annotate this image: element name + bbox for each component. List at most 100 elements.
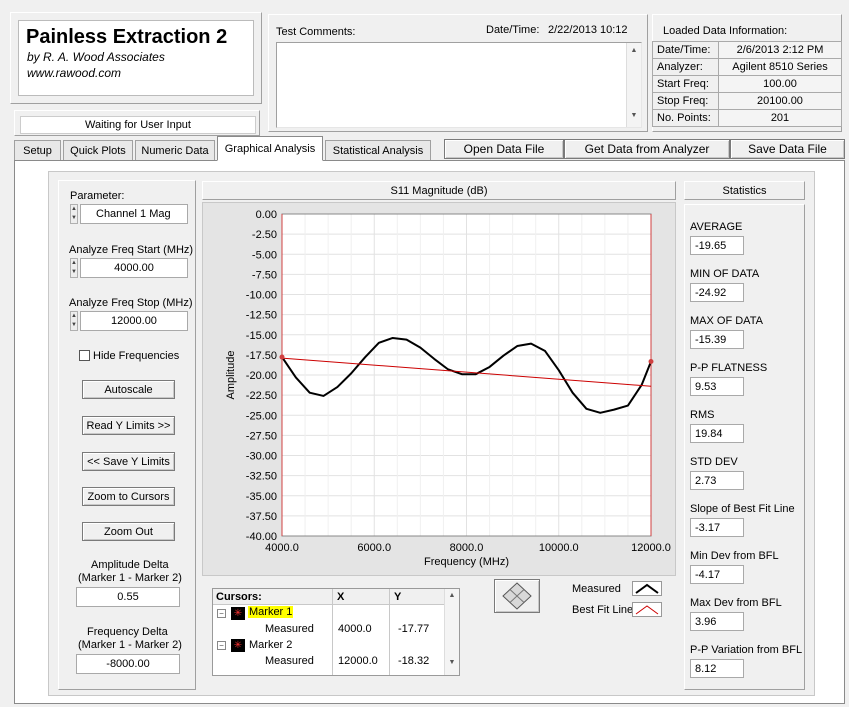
start-freq-input[interactable]: 4000.00	[80, 258, 188, 278]
zoom-out-button[interactable]: Zoom Out	[82, 522, 175, 541]
parameter-select[interactable]: Channel 1 Mag	[80, 204, 188, 224]
parameter-spinner[interactable]: ▲ ▼	[70, 204, 78, 224]
loaded-row: Analyzer: Agilent 8510 Series	[652, 58, 842, 76]
cursor-marker	[279, 354, 285, 360]
stat-value: 19.84	[690, 424, 744, 443]
stop-freq-spinner[interactable]: ▲ ▼	[70, 311, 78, 331]
y-tick-label: -2.50	[252, 229, 277, 241]
stat-label: AVERAGE	[690, 221, 743, 233]
stat-label: STD DEV	[690, 456, 738, 468]
read-y-limits-button[interactable]: Read Y Limits >>	[82, 416, 175, 435]
start-freq-spinner[interactable]: ▲ ▼	[70, 258, 78, 278]
save-y-limits-button[interactable]: << Save Y Limits	[82, 452, 175, 471]
parameter-label: Parameter:	[70, 190, 125, 202]
scroll-down-icon[interactable]: ▼	[627, 112, 641, 119]
marker-1-sub: Measured	[265, 623, 314, 635]
stat-value: -4.17	[690, 565, 744, 584]
loaded-label: Start Freq:	[652, 75, 719, 93]
datetime-label: Date/Time:	[486, 24, 540, 36]
hide-frequencies-checkbox[interactable]	[79, 350, 90, 361]
scroll-down-icon[interactable]: ▼	[445, 659, 459, 666]
y-tick-label: -5.00	[252, 249, 277, 261]
stop-freq-input[interactable]: 12000.00	[80, 311, 188, 331]
open-data-file-button[interactable]: Open Data File	[444, 139, 564, 159]
y-tick-label: -20.00	[246, 370, 277, 382]
marker-2-icon: ✳	[231, 639, 245, 652]
collapse-icon[interactable]: −	[217, 641, 226, 650]
loaded-info-table: Date/Time: 2/6/2013 2:12 PM Analyzer: Agil…	[652, 41, 842, 127]
graph-title: S11 Magnitude (dB)	[390, 185, 488, 197]
loaded-label: No. Points:	[652, 109, 719, 127]
scroll-up-icon[interactable]: ▲	[445, 592, 459, 599]
stat-label: Min Dev from BFL	[690, 550, 779, 562]
cursor-col-divider	[389, 589, 390, 675]
s11-chart[interactable]: 0.00 -2.50 -5.00 -7.50 -10.00 -12.50 -15.00 -17…	[202, 202, 676, 576]
scroll-up-icon[interactable]: ▲	[627, 47, 641, 54]
stat-value: 9.53	[690, 377, 744, 396]
app-author: by R. A. Wood Associates	[27, 50, 165, 64]
stat-label: Slope of Best Fit Line	[690, 503, 795, 515]
tab-quick-plots[interactable]: Quick Plots	[63, 140, 133, 160]
stat-label: P-P Variation from BFL	[690, 644, 803, 656]
x-tick-label: 10000.0	[539, 542, 579, 554]
y-tick-label: 0.00	[256, 209, 277, 221]
stats-title: Statistics	[722, 185, 767, 197]
freq-delta-value: -8000.00	[76, 654, 180, 674]
get-data-button[interactable]: Get Data from Analyzer	[564, 139, 730, 159]
marker-1-name[interactable]: Marker 1	[248, 606, 294, 618]
comments-textarea[interactable]	[276, 42, 642, 128]
y-tick-label: -27.50	[246, 430, 277, 442]
y-tick-label: -30.00	[246, 451, 277, 463]
stat-value: -19.65	[690, 236, 744, 255]
stat-value: -3.17	[690, 518, 744, 537]
loaded-row: No. Points: 201	[652, 109, 842, 127]
marker-2-x: 12000.0	[338, 655, 378, 667]
y-tick-label: -25.00	[246, 410, 277, 422]
hide-frequencies-label: Hide Frequencies	[93, 350, 180, 362]
y-tick-label: -15.00	[246, 330, 277, 342]
y-tick-label: -12.50	[246, 310, 277, 322]
app-title: Painless Extraction 2	[26, 26, 228, 48]
cursor-scrollbar[interactable]: ▲ ▼	[444, 589, 459, 675]
x-tick-label: 8000.0	[450, 542, 484, 554]
save-data-file-button[interactable]: Save Data File	[730, 139, 845, 159]
stat-label: MAX OF DATA	[690, 315, 763, 327]
y-tick-label: -10.00	[246, 290, 277, 302]
y-tick-label: -35.00	[246, 491, 277, 503]
amp-delta-label: Amplitude Delta	[91, 559, 169, 571]
cursor-header-y: Y	[394, 591, 402, 603]
cursor-move-button[interactable]	[494, 579, 540, 613]
stat-value: -15.39	[690, 330, 744, 349]
marker-2-y: -18.32	[398, 655, 430, 667]
stat-label: Max Dev from BFL	[690, 597, 782, 609]
loaded-value: Agilent 8510 Series	[718, 58, 842, 76]
stat-label: P-P FLATNESS	[690, 362, 768, 374]
cursor-marker	[648, 358, 654, 364]
amp-delta-value: 0.55	[76, 587, 180, 607]
y-tick-label: -22.50	[246, 390, 277, 402]
tab-setup[interactable]: Setup	[14, 140, 61, 160]
marker-2-sub: Measured	[265, 655, 314, 667]
tab-graphical-analysis[interactable]: Graphical Analysis	[217, 136, 323, 161]
legend-measured-swatch	[632, 581, 662, 596]
app-url: www.rawood.com	[27, 66, 122, 80]
amp-delta-sublabel: (Marker 1 - Marker 2)	[78, 572, 182, 584]
freq-delta-sublabel: (Marker 1 - Marker 2)	[78, 639, 182, 651]
collapse-icon[interactable]: −	[217, 609, 226, 618]
legend-bfl-label: Best Fit Line	[572, 604, 634, 616]
y-tick-label: -32.50	[246, 471, 277, 483]
y-axis-label: Amplitude	[225, 351, 237, 400]
loaded-value: 100.00	[718, 75, 842, 93]
autoscale-button[interactable]: Autoscale	[82, 380, 175, 399]
tab-numeric-data[interactable]: Numeric Data	[135, 140, 215, 160]
x-axis-label: Frequency (MHz)	[424, 556, 509, 568]
zoom-to-cursors-button[interactable]: Zoom to Cursors	[82, 487, 175, 506]
marker-2-name[interactable]: Marker 2	[249, 639, 292, 651]
comments-label: Test Comments:	[276, 26, 356, 38]
cursor-col-divider	[332, 589, 333, 675]
comments-scrollbar[interactable]: ▲ ▼	[626, 43, 641, 127]
loaded-info-title: Loaded Data Information:	[663, 25, 788, 37]
loaded-row: Start Freq: 100.00	[652, 75, 842, 93]
tab-statistical-analysis[interactable]: Statistical Analysis	[325, 140, 431, 160]
stat-label: RMS	[690, 409, 715, 421]
